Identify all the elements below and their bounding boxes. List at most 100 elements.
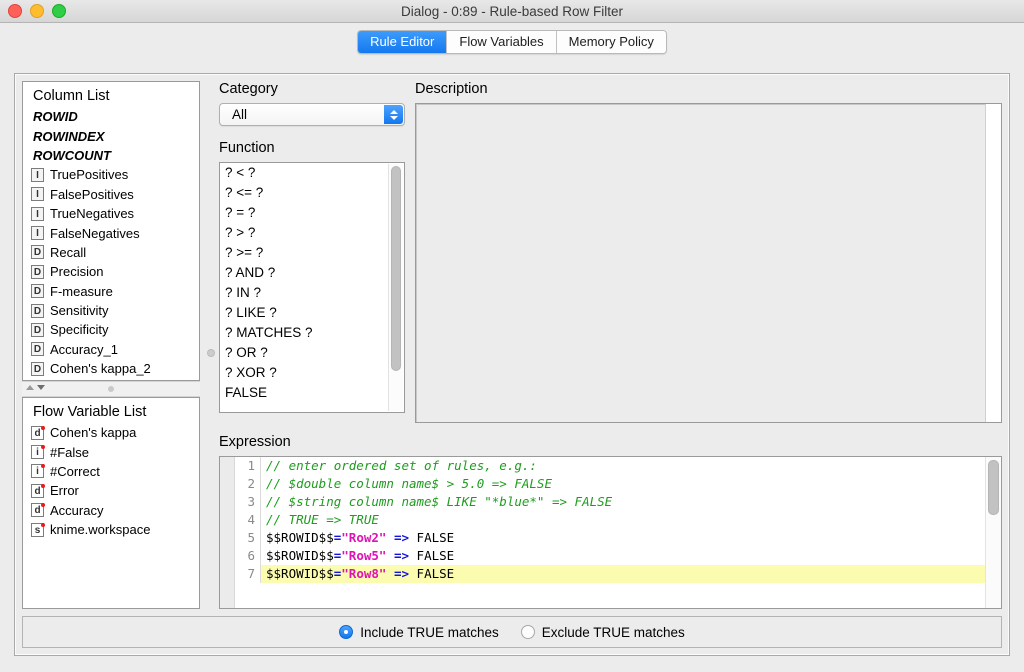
editor-gutter bbox=[220, 457, 235, 608]
vertical-splitter-handle-icon[interactable] bbox=[207, 349, 215, 357]
list-item[interactable]: FALSE bbox=[220, 383, 404, 403]
list-item[interactable]: ? > ? bbox=[220, 223, 404, 243]
category-select[interactable]: All bbox=[219, 103, 405, 126]
list-item[interactable]: I FalsePositives bbox=[23, 185, 199, 204]
include-true-matches-radio[interactable]: Include TRUE matches bbox=[339, 625, 499, 640]
list-item[interactable]: s knime.workspace bbox=[23, 520, 199, 539]
list-item[interactable]: D F-measure bbox=[23, 282, 199, 301]
description-label: Description bbox=[415, 81, 488, 97]
splitter-arrows[interactable] bbox=[26, 385, 45, 390]
comment-token: // TRUE => TRUE bbox=[266, 512, 379, 527]
code-line[interactable]: 6 $$ROWID$$="Row5" => FALSE bbox=[235, 547, 1001, 565]
list-item[interactable]: ? IN ? bbox=[220, 283, 404, 303]
scrollbar-thumb[interactable] bbox=[391, 166, 401, 371]
scrollbar-thumb[interactable] bbox=[988, 460, 999, 515]
line-number: 7 bbox=[235, 565, 261, 583]
code-line-active[interactable]: 7 $$ROWID$$="Row8" => FALSE bbox=[235, 565, 1001, 583]
expression-editor[interactable]: 1 // enter ordered set of rules, e.g.: 2… bbox=[219, 456, 1002, 609]
vertical-splitter[interactable] bbox=[205, 81, 218, 611]
collapse-up-icon[interactable] bbox=[26, 385, 34, 390]
line-content: // $string column name$ LIKE "*blue*" =>… bbox=[261, 493, 612, 511]
column-list-title: Column List bbox=[33, 88, 110, 104]
arrow-token: => bbox=[393, 566, 410, 581]
splitter-handle-icon[interactable] bbox=[108, 386, 114, 392]
function-list-box[interactable]: ? < ? ? <= ? ? = ? ? > ? ? >= ? ? AND ? … bbox=[219, 162, 405, 413]
list-splitter[interactable] bbox=[22, 381, 200, 397]
double-type-icon: D bbox=[31, 322, 44, 337]
list-item[interactable]: I TruePositives bbox=[23, 165, 199, 184]
description-box bbox=[415, 103, 1002, 423]
tab-group: Rule Editor Flow Variables Memory Policy bbox=[357, 30, 667, 54]
traffic-light-group bbox=[8, 4, 66, 18]
code-line[interactable]: 2 // $double column name$ > 5.0 => FALSE bbox=[235, 475, 1001, 493]
line-number: 5 bbox=[235, 529, 261, 547]
list-item[interactable]: I FalseNegatives bbox=[23, 223, 199, 242]
line-content: // enter ordered set of rules, e.g.: bbox=[261, 457, 537, 475]
code-line[interactable]: 5 $$ROWID$$="Row2" => FALSE bbox=[235, 529, 1001, 547]
match-options-bar: Include TRUE matches Exclude TRUE matche… bbox=[22, 616, 1002, 648]
close-button[interactable] bbox=[8, 4, 22, 18]
zoom-button[interactable] bbox=[52, 4, 66, 18]
lists-column: Column List ROWID ROWINDEX ROWCOUNT I Tr… bbox=[22, 81, 200, 611]
double-variable-icon: d bbox=[31, 425, 45, 440]
tab-rule-editor[interactable]: Rule Editor bbox=[358, 31, 448, 53]
flow-variable-label: Accuracy bbox=[50, 502, 104, 518]
function-list-scrollbar[interactable] bbox=[388, 164, 403, 411]
list-item[interactable]: ? XOR ? bbox=[220, 363, 404, 383]
list-item[interactable]: ROWID bbox=[23, 107, 199, 126]
exclude-true-matches-radio[interactable]: Exclude TRUE matches bbox=[520, 625, 685, 640]
list-item[interactable]: d Accuracy bbox=[23, 501, 199, 520]
window-titlebar: Dialog - 0:89 - Rule-based Row Filter bbox=[0, 0, 1024, 23]
list-item[interactable]: I TrueNegatives bbox=[23, 204, 199, 223]
list-item[interactable]: i #False bbox=[23, 442, 199, 461]
outcome-token: FALSE bbox=[409, 548, 455, 563]
list-item[interactable]: D Precision bbox=[23, 262, 199, 281]
column-list-label: ROWCOUNT bbox=[33, 147, 111, 163]
tab-flow-variables[interactable]: Flow Variables bbox=[447, 31, 557, 53]
category-function-column: Category All Function ? < ? ? <= ? ? = ?… bbox=[219, 81, 405, 413]
code-line[interactable]: 4 // TRUE => TRUE bbox=[235, 511, 1001, 529]
chevron-updown-icon[interactable] bbox=[384, 105, 403, 124]
column-list-label: ROWID bbox=[33, 109, 78, 125]
integer-type-icon: I bbox=[31, 226, 44, 241]
list-item[interactable]: ? <= ? bbox=[220, 183, 404, 203]
string-token: "Row2" bbox=[341, 530, 387, 545]
list-item[interactable]: ? >= ? bbox=[220, 243, 404, 263]
column-list-label: FalsePositives bbox=[50, 186, 134, 202]
expression-code-area[interactable]: 1 // enter ordered set of rules, e.g.: 2… bbox=[235, 457, 1001, 608]
radio-selected-icon[interactable] bbox=[339, 625, 354, 639]
list-item[interactable]: d Error bbox=[23, 481, 199, 500]
radio-unselected-icon[interactable] bbox=[520, 625, 535, 639]
column-list-box[interactable]: Column List ROWID ROWINDEX ROWCOUNT I Tr… bbox=[22, 81, 200, 381]
list-item[interactable]: D Accuracy_1 bbox=[23, 340, 199, 359]
minimize-button[interactable] bbox=[30, 4, 44, 18]
collapse-down-icon[interactable] bbox=[37, 385, 45, 390]
flow-variable-list-box[interactable]: Flow Variable List d Cohen's kappa i #Fa… bbox=[22, 397, 200, 609]
tab-memory-policy[interactable]: Memory Policy bbox=[556, 31, 666, 53]
string-variable-icon: s bbox=[31, 522, 45, 537]
list-item[interactable]: ? MATCHES ? bbox=[220, 323, 404, 343]
list-item[interactable]: ? = ? bbox=[220, 203, 404, 223]
expression-scrollbar[interactable] bbox=[985, 457, 1001, 608]
list-item[interactable]: D Cohen's kappa_2 bbox=[23, 359, 199, 378]
list-item[interactable]: d Cohen's kappa bbox=[23, 423, 199, 442]
code-line[interactable]: 1 // enter ordered set of rules, e.g.: bbox=[235, 457, 1001, 475]
list-item[interactable]: D Sensitivity bbox=[23, 301, 199, 320]
description-scrollbar[interactable] bbox=[985, 104, 1001, 422]
list-item[interactable]: D Recall bbox=[23, 243, 199, 262]
list-item[interactable]: ? < ? bbox=[220, 163, 404, 183]
double-variable-icon: d bbox=[31, 503, 45, 518]
integer-variable-icon: i bbox=[31, 445, 45, 460]
list-item[interactable]: ? AND ? bbox=[220, 263, 404, 283]
arrow-token: => bbox=[393, 530, 410, 545]
list-item[interactable]: ROWCOUNT bbox=[23, 146, 199, 165]
list-item[interactable]: ROWINDEX bbox=[23, 126, 199, 145]
list-item[interactable]: ? LIKE ? bbox=[220, 303, 404, 323]
list-item[interactable]: i #Correct bbox=[23, 462, 199, 481]
code-line[interactable]: 3 // $string column name$ LIKE "*blue*" … bbox=[235, 493, 1001, 511]
category-selected-value: All bbox=[232, 107, 248, 122]
column-list-label: Sensitivity bbox=[50, 303, 109, 319]
list-item[interactable]: ? OR ? bbox=[220, 343, 404, 363]
list-item[interactable]: D Specificity bbox=[23, 320, 199, 339]
column-list-label: Accuracy_1 bbox=[50, 341, 118, 357]
